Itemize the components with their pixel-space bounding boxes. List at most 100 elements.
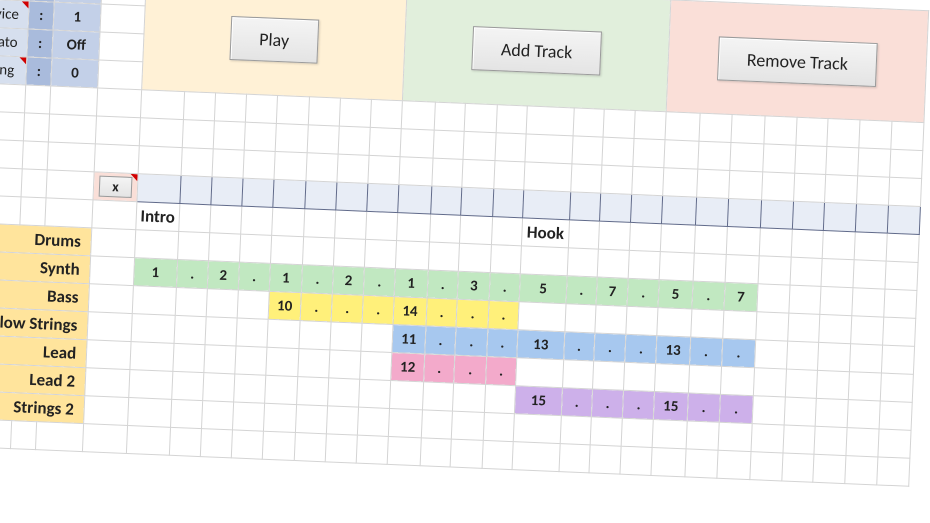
timeline-header-cell[interactable] (431, 186, 463, 215)
empty-cell[interactable] (131, 314, 176, 344)
pattern-cell[interactable]: . (594, 333, 626, 362)
empty-cell[interactable] (783, 425, 816, 454)
pattern-cell[interactable]: . (627, 278, 659, 307)
empty-cell[interactable] (595, 305, 627, 334)
timeline-header-cell[interactable] (305, 181, 337, 210)
empty-cell[interactable] (297, 377, 329, 406)
pattern-cell[interactable]: . (301, 293, 333, 322)
timeline-header-cell[interactable] (727, 198, 761, 227)
empty-cell[interactable] (521, 246, 568, 276)
timeline-header-cell[interactable] (272, 179, 306, 208)
empty-cell[interactable] (817, 370, 850, 399)
empty-cell[interactable] (234, 374, 266, 403)
empty-cell[interactable] (388, 408, 422, 437)
pattern-cell[interactable]: . (485, 356, 517, 385)
empty-cell[interactable] (852, 288, 885, 317)
empty-cell[interactable] (389, 380, 423, 409)
empty-cell[interactable] (130, 342, 175, 372)
track-label[interactable]: Synth (0, 250, 91, 284)
pattern-cell[interactable]: 5 (658, 280, 693, 309)
pattern-cell[interactable]: . (362, 295, 394, 324)
timeline-header-cell[interactable] (211, 177, 243, 206)
empty-cell[interactable] (134, 230, 179, 260)
timeline-header-cell[interactable] (461, 187, 493, 216)
pattern-cell[interactable]: . (426, 298, 458, 327)
empty-cell[interactable] (814, 426, 847, 455)
setting-value-swing[interactable]: 0 (51, 58, 99, 88)
timeline-header-cell[interactable] (631, 194, 663, 223)
empty-cell[interactable] (597, 249, 629, 278)
empty-cell[interactable] (755, 312, 788, 341)
empty-cell[interactable] (264, 375, 298, 404)
empty-cell[interactable] (819, 314, 852, 343)
pattern-cell[interactable]: 2 (207, 261, 239, 290)
empty-cell[interactable] (751, 424, 784, 453)
pattern-cell[interactable]: 13 (517, 330, 564, 360)
track-label[interactable]: Strings 2 (0, 390, 85, 424)
empty-cell[interactable] (785, 369, 818, 398)
empty-cell[interactable] (758, 256, 791, 285)
empty-cell[interactable] (206, 289, 238, 318)
pattern-cell[interactable]: . (591, 389, 623, 418)
timeline-header-cell[interactable] (242, 178, 274, 207)
empty-cell[interactable] (328, 378, 360, 407)
empty-cell[interactable] (567, 248, 599, 277)
empty-cell[interactable] (626, 306, 658, 335)
empty-cell[interactable] (326, 406, 358, 435)
pattern-cell[interactable]: . (489, 273, 521, 302)
empty-cell[interactable] (270, 235, 304, 264)
empty-cell[interactable] (175, 287, 207, 316)
empty-cell[interactable] (267, 319, 301, 348)
pattern-cell[interactable]: 3 (458, 271, 490, 300)
empty-cell[interactable] (358, 407, 390, 436)
empty-cell[interactable] (174, 315, 206, 344)
pattern-cell[interactable]: . (623, 390, 655, 419)
empty-cell[interactable] (205, 317, 237, 346)
setting-value-device[interactable]: 1 (53, 2, 101, 32)
empty-cell[interactable] (172, 371, 204, 400)
empty-cell[interactable] (629, 250, 661, 279)
empty-cell[interactable] (788, 285, 821, 314)
empty-cell[interactable] (178, 231, 210, 260)
empty-cell[interactable] (884, 289, 917, 318)
timeline-header-cell[interactable] (492, 189, 524, 218)
pattern-cell[interactable]: 1 (269, 263, 303, 292)
pattern-cell[interactable]: 15 (653, 392, 688, 421)
empty-cell[interactable] (723, 310, 757, 339)
timeline-header-cell[interactable] (855, 204, 888, 233)
empty-cell[interactable] (333, 238, 365, 267)
track-label[interactable]: Lead (0, 334, 87, 368)
close-button[interactable]: x (99, 176, 132, 198)
empty-cell[interactable] (878, 429, 911, 458)
empty-cell[interactable] (173, 343, 205, 372)
pattern-cell[interactable]: . (302, 265, 334, 294)
empty-cell[interactable] (516, 358, 563, 388)
empty-cell[interactable] (787, 313, 820, 342)
empty-cell[interactable] (820, 286, 853, 315)
empty-cell[interactable] (484, 384, 516, 413)
empty-cell[interactable] (883, 317, 916, 346)
pattern-cell[interactable]: . (687, 393, 720, 422)
timeline-header-cell[interactable] (662, 196, 697, 225)
pattern-cell[interactable]: . (455, 327, 487, 356)
pattern-cell[interactable]: 7 (596, 277, 628, 306)
pattern-cell[interactable]: . (722, 338, 756, 367)
empty-cell[interactable] (725, 254, 759, 283)
empty-cell[interactable] (237, 290, 269, 319)
pattern-cell[interactable]: . (425, 326, 457, 355)
empty-cell[interactable] (303, 237, 335, 266)
timeline-header-cell[interactable] (523, 190, 570, 220)
track-label[interactable]: Drums (0, 222, 92, 256)
empty-cell[interactable] (299, 321, 331, 350)
timeline-header-cell[interactable] (760, 200, 793, 229)
empty-cell[interactable] (562, 360, 594, 389)
empty-cell[interactable] (361, 323, 393, 352)
empty-cell[interactable] (422, 382, 454, 411)
timeline-header-cell[interactable] (792, 201, 825, 230)
empty-cell[interactable] (818, 342, 851, 371)
empty-cell[interactable] (235, 346, 267, 375)
empty-cell[interactable] (298, 349, 330, 378)
empty-cell[interactable] (790, 257, 823, 286)
empty-cell[interactable] (329, 350, 361, 379)
timeline-header-cell[interactable] (600, 193, 632, 222)
